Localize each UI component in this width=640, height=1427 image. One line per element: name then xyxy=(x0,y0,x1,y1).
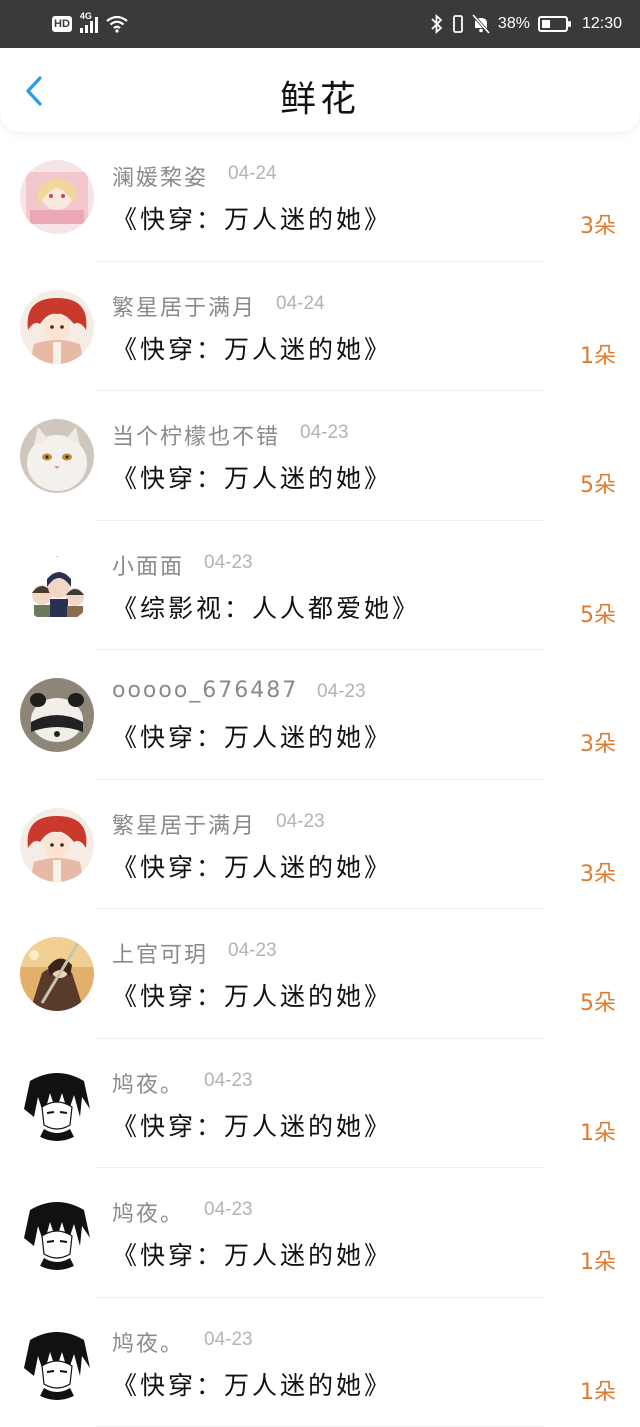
page-title: 鲜花 xyxy=(0,70,640,122)
flower-count: 1朵 xyxy=(580,1244,616,1276)
flower-count: 5朵 xyxy=(580,985,616,1017)
book-title: 《快穿：万人迷的她》 xyxy=(112,848,392,884)
user-name: 小面面 xyxy=(112,549,184,581)
hd-badge: HD xyxy=(52,16,72,32)
svg-text:·: · xyxy=(56,554,58,561)
avatar[interactable] xyxy=(20,937,94,1011)
bluetooth-icon xyxy=(430,14,444,34)
flower-gift-list: 澜媛棃姿 04-24 《快穿：万人迷的她》 3朵 繁星居于满月 04-24 《快… xyxy=(0,132,640,1427)
gift-date: 04-23 xyxy=(300,422,349,444)
avatar[interactable] xyxy=(20,160,94,234)
battery-percent: 38% xyxy=(498,15,530,33)
status-right: 38% 12:30 xyxy=(430,0,622,48)
white-cat-avatar-image xyxy=(20,419,94,493)
book-title: 《综影视：人人都爱她》 xyxy=(112,589,420,625)
gift-date: 04-23 xyxy=(276,811,325,833)
gift-date: 04-23 xyxy=(317,681,366,703)
gift-date: 04-23 xyxy=(228,940,277,962)
user-name: 上官可玥 xyxy=(112,937,208,969)
status-bar: HD 4G 38% 12:30 xyxy=(0,0,640,48)
book-title: 《快穿：万人迷的她》 xyxy=(112,459,392,495)
user-name: 繁星居于满月 xyxy=(112,808,256,840)
list-item[interactable]: ooooo_67648700 … 04-23 《快穿：万人迷的她》 3朵 xyxy=(0,650,640,780)
avatar[interactable] xyxy=(20,290,94,364)
clock: 12:30 xyxy=(582,15,622,33)
avatar[interactable] xyxy=(20,419,94,493)
user-name: ooooo_67648700 … xyxy=(112,678,297,703)
user-name: 鸠夜。 xyxy=(112,1196,184,1228)
gift-date: 04-23 xyxy=(204,1329,253,1351)
flower-count: 3朵 xyxy=(580,856,616,888)
user-name: 繁星居于满月 xyxy=(112,290,256,322)
user-name: 鸠夜。 xyxy=(112,1067,184,1099)
flower-count: 1朵 xyxy=(580,1374,616,1406)
avatar[interactable] xyxy=(20,1067,94,1141)
list-item[interactable]: 鸠夜。 04-23 《快穿：万人迷的她》 1朵 xyxy=(0,1168,640,1298)
anime-girl-avatar-image xyxy=(20,160,94,234)
red-hair-girl-avatar-image xyxy=(20,808,94,882)
user-name: 澜媛棃姿 xyxy=(112,160,208,192)
list-item[interactable]: 繁星居于满月 04-23 《快穿：万人迷的她》 3朵 xyxy=(0,780,640,910)
book-title: 《快穿：万人迷的她》 xyxy=(112,330,392,366)
book-title: 《快穿：万人迷的她》 xyxy=(112,718,392,754)
list-item[interactable]: · 小面面 04-23 《综影视：人人都爱她》 5朵 xyxy=(0,521,640,651)
red-hair-girl-avatar-image xyxy=(20,290,94,364)
vibrate-icon xyxy=(452,14,464,34)
wifi-icon xyxy=(106,15,128,33)
chibi-group-avatar-image: · xyxy=(20,549,94,623)
panda-avatar-image xyxy=(20,678,94,752)
manga-boy-avatar-image xyxy=(20,1067,94,1141)
manga-boy-avatar-image xyxy=(20,1196,94,1270)
avatar[interactable] xyxy=(20,1326,94,1400)
battery-icon xyxy=(538,16,568,32)
book-title: 《快穿：万人迷的她》 xyxy=(112,1366,392,1402)
list-item[interactable]: 鸠夜。 04-23 《快穿：万人迷的她》 1朵 xyxy=(0,1298,640,1427)
avatar[interactable] xyxy=(20,1196,94,1270)
book-title: 《快穿：万人迷的她》 xyxy=(112,977,392,1013)
book-title: 《快穿：万人迷的她》 xyxy=(112,1107,392,1143)
user-name: 鸠夜。 xyxy=(112,1326,184,1358)
flower-count: 3朵 xyxy=(580,208,616,240)
avatar[interactable]: · xyxy=(20,549,94,623)
mute-bell-icon xyxy=(472,14,490,34)
user-name: 当个柠檬也不错 xyxy=(112,419,280,451)
network-type: 4G xyxy=(80,11,92,21)
nav-header: 鲜花 xyxy=(0,48,640,132)
book-title: 《快穿：万人迷的她》 xyxy=(112,1236,392,1272)
cell-signal-icon: 4G xyxy=(80,15,98,33)
list-item[interactable]: 鸠夜。 04-23 《快穿：万人迷的她》 1朵 xyxy=(0,1039,640,1169)
flower-count: 3朵 xyxy=(580,726,616,758)
flower-count: 1朵 xyxy=(580,338,616,370)
gift-date: 04-23 xyxy=(204,1199,253,1221)
flower-count: 1朵 xyxy=(580,1115,616,1147)
gift-date: 04-24 xyxy=(228,163,277,185)
gift-date: 04-24 xyxy=(276,293,325,315)
flower-count: 5朵 xyxy=(580,467,616,499)
status-left: HD 4G xyxy=(52,0,128,48)
list-item[interactable]: 上官可玥 04-23 《快穿：万人迷的她》 5朵 xyxy=(0,909,640,1039)
warrior-art-avatar-image xyxy=(20,937,94,1011)
avatar[interactable] xyxy=(20,808,94,882)
list-item[interactable]: 澜媛棃姿 04-24 《快穿：万人迷的她》 3朵 xyxy=(0,132,640,262)
book-title: 《快穿：万人迷的她》 xyxy=(112,200,392,236)
list-item[interactable]: 繁星居于满月 04-24 《快穿：万人迷的她》 1朵 xyxy=(0,262,640,392)
list-item[interactable]: 当个柠檬也不错 04-23 《快穿：万人迷的她》 5朵 xyxy=(0,391,640,521)
gift-date: 04-23 xyxy=(204,1070,253,1092)
flower-count: 5朵 xyxy=(580,597,616,629)
gift-date: 04-23 xyxy=(204,552,253,574)
manga-boy-avatar-image xyxy=(20,1326,94,1400)
avatar[interactable] xyxy=(20,678,94,752)
